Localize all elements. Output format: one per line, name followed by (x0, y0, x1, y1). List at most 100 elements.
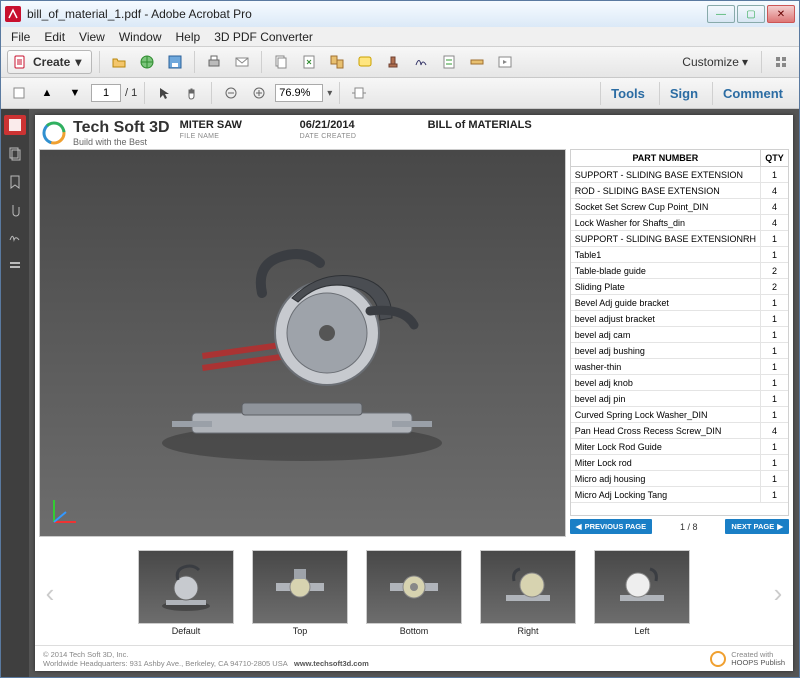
view-thumbnail[interactable]: Bottom (366, 550, 462, 636)
next-page-label: NEXT PAGE (731, 522, 774, 531)
pages-panel-icon[interactable] (6, 145, 24, 163)
create-button[interactable]: Create ▾ (7, 50, 92, 74)
previous-page-button[interactable]: ◀ PREVIOUS PAGE (570, 519, 652, 534)
table-row[interactable]: bevel adj cam1 (571, 327, 788, 343)
view-thumbnail[interactable]: Default (138, 550, 234, 636)
date-field: 06/21/2014 DATE CREATED (300, 119, 410, 140)
thumbnail-caption: Right (517, 626, 538, 636)
table-row[interactable]: Micro Adj Locking Tang1 (571, 487, 788, 503)
document-viewport[interactable]: Tech Soft 3D Build with the Best MITER S… (29, 109, 799, 677)
thumbnail-caption: Left (634, 626, 649, 636)
thumbs-next-button[interactable]: › (769, 578, 787, 609)
table-row[interactable]: Micro adj housing1 (571, 471, 788, 487)
bookmarks-panel-icon[interactable] (6, 173, 24, 191)
toolbar-divider (99, 51, 100, 73)
create-button-label: Create (33, 55, 70, 69)
table-row[interactable]: ROD - SLIDING BASE EXTENSION4 (571, 183, 788, 199)
table-row[interactable]: Miter Lock Rod Guide1 (571, 439, 788, 455)
document-body: PART NUMBER QTY SUPPORT - SLIDING BASE E… (35, 149, 793, 537)
next-page-button[interactable]: NEXT PAGE ▶ (725, 519, 789, 534)
view-thumbnail[interactable]: Top (252, 550, 348, 636)
open-icon[interactable] (107, 50, 131, 74)
print-icon[interactable] (202, 50, 226, 74)
part-cell: Miter Lock rod (571, 455, 760, 470)
menu-file[interactable]: File (5, 28, 36, 46)
table-row[interactable]: bevel adjust bracket1 (571, 311, 788, 327)
save-web-icon[interactable] (135, 50, 159, 74)
edit-pages-icon[interactable] (269, 50, 293, 74)
save-icon[interactable] (163, 50, 187, 74)
qty-cell: 1 (760, 391, 788, 406)
table-row[interactable]: Lock Washer for Shafts_din4 (571, 215, 788, 231)
qty-cell: 1 (760, 167, 788, 182)
view-thumbnail[interactable]: Left (594, 550, 690, 636)
page-thumbnails-icon[interactable] (7, 81, 31, 105)
table-row[interactable]: SUPPORT - SLIDING BASE EXTENSIONRH1 (571, 231, 788, 247)
multimedia-icon[interactable] (493, 50, 517, 74)
menu-window[interactable]: Window (113, 28, 168, 46)
3d-viewport[interactable] (39, 149, 566, 537)
menu-3d-pdf-converter[interactable]: 3D PDF Converter (208, 28, 319, 46)
signature-icon[interactable] (409, 50, 433, 74)
table-row[interactable]: Bevel Adj guide bracket1 (571, 295, 788, 311)
comment-panel-button[interactable]: Comment (712, 82, 793, 105)
signatures-panel-icon[interactable] (6, 229, 24, 247)
view-thumbnail[interactable]: Right (480, 550, 576, 636)
page-down-icon[interactable]: ▼ (63, 81, 87, 105)
hand-tool-icon[interactable] (180, 81, 204, 105)
combine-icon[interactable] (325, 50, 349, 74)
attachments-panel-icon[interactable] (6, 201, 24, 219)
export-icon[interactable] (297, 50, 321, 74)
table-row[interactable]: SUPPORT - SLIDING BASE EXTENSION1 (571, 167, 788, 183)
maximize-button[interactable]: ▢ (737, 5, 765, 23)
table-row[interactable]: bevel adj pin1 (571, 391, 788, 407)
tools-panel-button[interactable]: Tools (600, 82, 655, 105)
zoom-out-icon[interactable] (219, 81, 243, 105)
part-cell: Pan Head Cross Recess Screw_DIN (571, 423, 760, 438)
table-row[interactable]: Socket Set Screw Cup Point_DIN4 (571, 199, 788, 215)
page-up-icon[interactable]: ▲ (35, 81, 59, 105)
table-row[interactable]: Table-blade guide2 (571, 263, 788, 279)
close-button[interactable]: ✕ (767, 5, 795, 23)
form-icon[interactable] (437, 50, 461, 74)
table-row[interactable]: Miter Lock rod1 (571, 455, 788, 471)
toolbar-divider (144, 82, 145, 104)
website-link[interactable]: www.techsoft3d.com (294, 659, 369, 668)
thumbs-prev-button[interactable]: ‹ (41, 578, 59, 609)
minimize-button[interactable]: — (707, 5, 735, 23)
zoom-in-icon[interactable] (247, 81, 271, 105)
table-row[interactable]: Curved Spring Lock Washer_DIN1 (571, 407, 788, 423)
quick-tools-icon[interactable] (769, 50, 793, 74)
part-cell: Table1 (571, 247, 760, 262)
page-number-input[interactable] (91, 84, 121, 102)
menu-view[interactable]: View (73, 28, 111, 46)
part-cell: bevel adj pin (571, 391, 760, 406)
select-tool-icon[interactable] (152, 81, 176, 105)
sign-panel-button[interactable]: Sign (659, 82, 708, 105)
part-cell: Table-blade guide (571, 263, 760, 278)
table-row[interactable]: bevel adj knob1 (571, 375, 788, 391)
table-row[interactable]: washer-thin1 (571, 359, 788, 375)
menu-help[interactable]: Help (170, 28, 207, 46)
customize-dropdown[interactable]: Customize ▾ (676, 53, 754, 71)
table-row[interactable]: Pan Head Cross Recess Screw_DIN4 (571, 423, 788, 439)
bom-rows[interactable]: SUPPORT - SLIDING BASE EXTENSION1ROD - S… (570, 167, 789, 516)
zoom-level-input[interactable] (275, 84, 323, 102)
email-icon[interactable] (230, 50, 254, 74)
menu-edit[interactable]: Edit (38, 28, 71, 46)
measure-icon[interactable] (465, 50, 489, 74)
titlebar: bill_of_material_1.pdf - Adobe Acrobat P… (1, 1, 799, 27)
sticky-note-icon[interactable] (353, 50, 377, 74)
thumbnails-panel-icon[interactable] (4, 115, 26, 135)
stamp-icon[interactable] (381, 50, 405, 74)
table-row[interactable]: Table11 (571, 247, 788, 263)
part-cell: Socket Set Screw Cup Point_DIN (571, 199, 760, 214)
fit-width-icon[interactable] (347, 81, 371, 105)
chevron-down-icon[interactable]: ▾ (327, 88, 332, 99)
table-row[interactable]: bevel adj bushing1 (571, 343, 788, 359)
hoops-line2: HOOPS Publish (731, 659, 785, 667)
table-row[interactable]: Sliding Plate2 (571, 279, 788, 295)
toolbar-divider (261, 51, 262, 73)
layers-panel-icon[interactable] (6, 257, 24, 275)
navigation-pane (1, 109, 29, 677)
